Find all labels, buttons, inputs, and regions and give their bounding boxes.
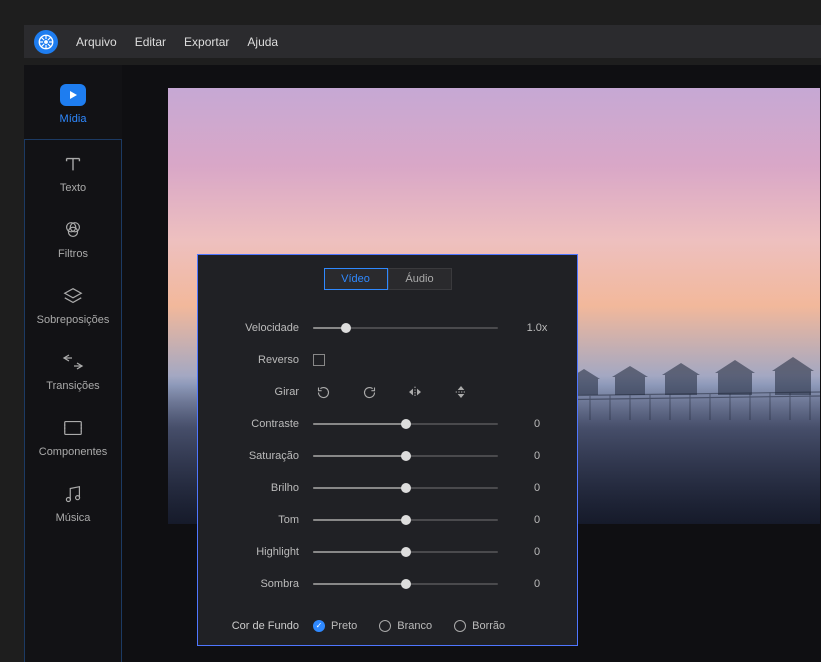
sidebar-label: Música	[56, 512, 91, 524]
dialog-tabs: Vídeo Áudio	[198, 268, 577, 290]
row-tom: Tom 0	[198, 504, 577, 536]
value-velocidade: 1.0x	[513, 322, 561, 334]
rotate-cw-icon[interactable]	[359, 382, 379, 402]
slider-brilho[interactable]	[313, 481, 498, 495]
row-saturacao: Saturação 0	[198, 440, 577, 472]
label-sombra: Sombra	[198, 578, 313, 590]
radio-label: Branco	[397, 620, 432, 632]
row-brilho: Brilho 0	[198, 472, 577, 504]
value-contraste: 0	[513, 418, 561, 430]
sidebar-label: Filtros	[58, 248, 88, 260]
value-tom: 0	[513, 514, 561, 526]
transitions-icon	[61, 348, 85, 376]
text-icon	[62, 150, 84, 178]
sidebar-item-musica[interactable]: Música	[24, 480, 122, 524]
slider-sombra[interactable]	[313, 577, 498, 591]
label-reverso: Reverso	[198, 354, 313, 366]
sidebar-label: Transições	[46, 380, 99, 392]
label-highlight: Highlight	[198, 546, 313, 558]
label-cor-de-fundo: Cor de Fundo	[198, 620, 313, 632]
radio-label: Borrão	[472, 620, 505, 632]
sidebar-label: Sobreposições	[37, 314, 110, 326]
row-sombra: Sombra 0	[198, 568, 577, 600]
filters-icon	[62, 216, 84, 244]
flip-vertical-icon[interactable]	[451, 382, 471, 402]
value-sombra: 0	[513, 578, 561, 590]
row-reverso: Reverso	[198, 344, 577, 376]
label-tom: Tom	[198, 514, 313, 526]
slider-velocidade[interactable]	[313, 321, 498, 335]
sidebar-item-midia[interactable]: Mídia	[24, 81, 122, 125]
menu-exportar[interactable]: Exportar	[184, 35, 229, 49]
sidebar-item-componentes[interactable]: Componentes	[24, 414, 122, 458]
radio-dot-icon	[379, 620, 391, 632]
value-highlight: 0	[513, 546, 561, 558]
sidebar-item-texto[interactable]: Texto	[24, 150, 122, 194]
radio-preto[interactable]: Preto	[313, 620, 357, 632]
sidebar-item-sobreposicoes[interactable]: Sobreposições	[24, 282, 122, 326]
sidebar-item-filtros[interactable]: Filtros	[24, 216, 122, 260]
app-logo-icon	[34, 30, 58, 54]
radio-label: Preto	[331, 620, 357, 632]
label-velocidade: Velocidade	[198, 322, 313, 334]
sidebar-item-transicoes[interactable]: Transições	[24, 348, 122, 392]
radio-dot-icon	[454, 620, 466, 632]
value-saturacao: 0	[513, 450, 561, 462]
menu-editar[interactable]: Editar	[135, 35, 166, 49]
menubar: Arquivo Editar Exportar Ajuda	[24, 25, 821, 58]
radio-dot-icon	[313, 620, 325, 632]
row-girar: Girar	[198, 376, 577, 408]
label-girar: Girar	[198, 386, 313, 398]
label-contraste: Contraste	[198, 418, 313, 430]
video-properties-dialog: Vídeo Áudio Velocidade 1.0x Reverso Gira…	[197, 254, 578, 646]
sidebar: Mídia Texto Filtros	[24, 65, 122, 662]
sidebar-label: Mídia	[60, 113, 87, 125]
sidebar-group: Texto Filtros Sobreposições	[24, 139, 122, 662]
rotate-ccw-icon[interactable]	[313, 382, 333, 402]
checkbox-reverso[interactable]	[313, 354, 325, 366]
flip-horizontal-icon[interactable]	[405, 382, 425, 402]
row-velocidade: Velocidade 1.0x	[198, 312, 577, 344]
tab-audio[interactable]: Áudio	[388, 268, 452, 290]
sidebar-label: Texto	[60, 182, 86, 194]
play-badge-icon	[60, 81, 86, 109]
slider-saturacao[interactable]	[313, 449, 498, 463]
value-brilho: 0	[513, 482, 561, 494]
row-cor-de-fundo: Cor de Fundo Preto Branco Borrão	[198, 606, 577, 646]
radio-branco[interactable]: Branco	[379, 620, 432, 632]
overlays-icon	[62, 282, 84, 310]
menu-arquivo[interactable]: Arquivo	[76, 35, 117, 49]
music-icon	[62, 480, 84, 508]
menu-ajuda[interactable]: Ajuda	[247, 35, 278, 49]
radio-borrao[interactable]: Borrão	[454, 620, 505, 632]
preview-pier-icon	[540, 386, 820, 426]
sidebar-label: Componentes	[39, 446, 108, 458]
row-highlight: Highlight 0	[198, 536, 577, 568]
row-contraste: Contraste 0	[198, 408, 577, 440]
label-brilho: Brilho	[198, 482, 313, 494]
slider-highlight[interactable]	[313, 545, 498, 559]
components-icon	[62, 414, 84, 442]
label-saturacao: Saturação	[198, 450, 313, 462]
slider-contraste[interactable]	[313, 417, 498, 431]
slider-tom[interactable]	[313, 513, 498, 527]
tab-video[interactable]: Vídeo	[324, 268, 388, 290]
